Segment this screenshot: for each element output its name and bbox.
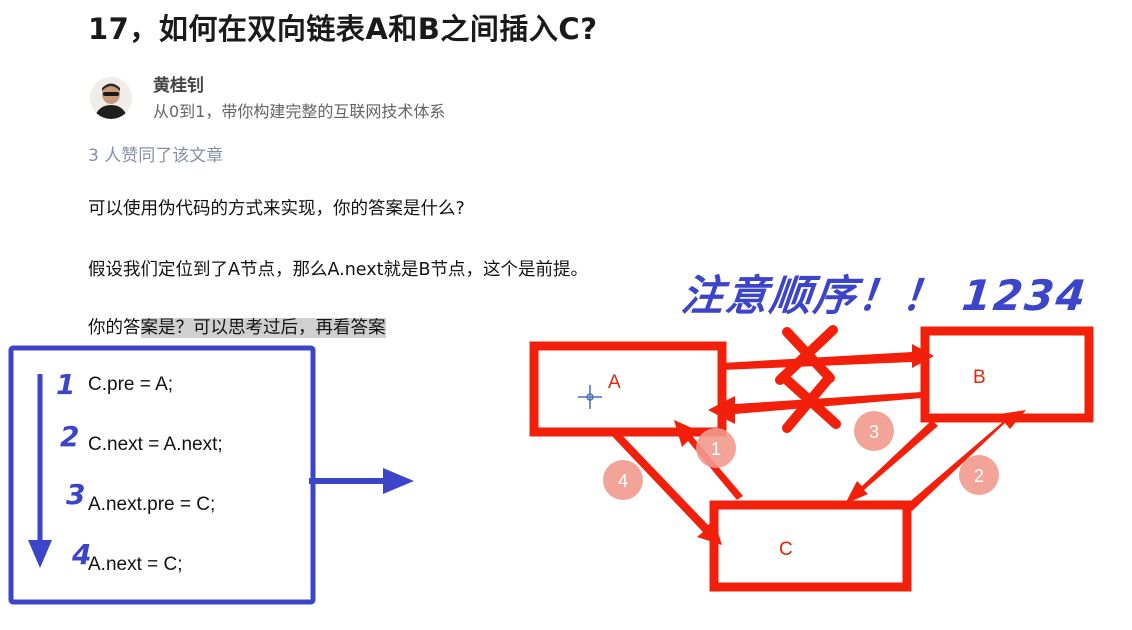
code-line-3: A.next.pre = C; xyxy=(88,494,216,515)
node-box-c xyxy=(709,500,912,592)
code-line-4: A.next = C; xyxy=(88,554,183,575)
step-number-3: 3 xyxy=(66,478,86,511)
order-arrow-head xyxy=(28,540,52,568)
step-badge-2-text: 2 xyxy=(974,466,984,486)
node-box-a xyxy=(529,341,727,437)
step-badge-3-text: 3 xyxy=(869,422,879,442)
step-badge-1: 1 xyxy=(696,428,736,468)
step-badge-2: 2 xyxy=(959,455,999,495)
order-headline: 注意顺序！！ 1234 xyxy=(679,271,1090,320)
crosshair-icon xyxy=(578,385,602,409)
cross-mark-icon xyxy=(775,325,841,433)
arrow-a-to-b xyxy=(722,344,934,370)
step-number-1: 1 xyxy=(56,368,76,401)
step-number-2: 2 xyxy=(60,420,80,453)
code-line-2: C.next = A.next; xyxy=(88,434,223,455)
step-badge-3: 3 xyxy=(854,411,894,451)
step-badge-1-text: 1 xyxy=(711,439,721,459)
right-arrow-head xyxy=(383,468,414,494)
node-box-b xyxy=(920,326,1094,423)
step-badge-4-text: 4 xyxy=(618,471,628,491)
code-line-1: C.pre = A; xyxy=(88,374,174,395)
node-label-a: A xyxy=(608,372,621,393)
node-label-c: C xyxy=(779,539,793,560)
node-label-b: B xyxy=(973,367,986,388)
step-badge-4: 4 xyxy=(603,460,643,500)
